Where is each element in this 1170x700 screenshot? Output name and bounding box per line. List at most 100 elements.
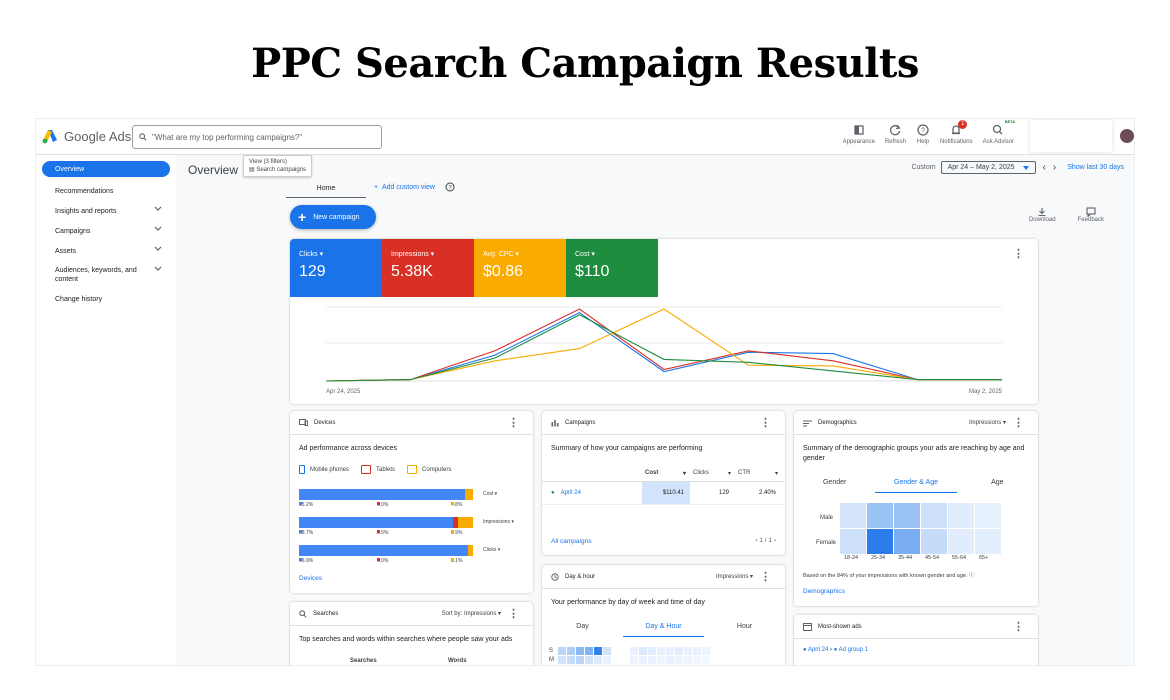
most-shown-more-icon[interactable]: ⋮ bbox=[1013, 622, 1024, 633]
sidebar-item-assets[interactable]: Assets bbox=[42, 241, 170, 261]
heatmap-cell[interactable] bbox=[603, 656, 611, 664]
metric-clicks[interactable]: Clicks ▾ 129 bbox=[290, 239, 382, 297]
heatmap-cell[interactable] bbox=[594, 647, 602, 655]
metric-impressions[interactable]: Impressions ▾ 5.38K bbox=[382, 239, 474, 297]
notifications-button[interactable]: 1 Notifications bbox=[940, 120, 973, 145]
download-button[interactable]: Download bbox=[1029, 207, 1056, 223]
heatmap-cell[interactable] bbox=[867, 529, 893, 554]
tab-home[interactable]: Home bbox=[286, 183, 366, 198]
day-hour-metric-select[interactable]: Impressions ▾ bbox=[716, 573, 753, 580]
heatmap-cell[interactable] bbox=[975, 503, 1001, 528]
chart-more-icon[interactable]: ⋮ bbox=[1013, 249, 1024, 260]
heatmap-cell[interactable] bbox=[894, 529, 920, 554]
new-campaign-button[interactable]: + New campaign bbox=[290, 205, 376, 229]
tab-age[interactable]: Age bbox=[957, 479, 1038, 493]
appearance-button[interactable]: Appearance bbox=[843, 123, 875, 145]
sidebar-item-change-history[interactable]: Change history bbox=[42, 289, 170, 309]
searches-sort[interactable]: Sort by: Impressions ▾ bbox=[442, 610, 501, 617]
help-button[interactable]: ? Help bbox=[916, 123, 930, 145]
heatmap-cell[interactable] bbox=[840, 503, 866, 528]
heatmap-cell[interactable] bbox=[666, 656, 674, 664]
refresh-button[interactable]: Refresh bbox=[885, 123, 906, 145]
tab-gender[interactable]: Gender bbox=[794, 479, 875, 493]
sidebar-item-audiences[interactable]: Audiences, keywords, and content bbox=[42, 261, 170, 289]
view-filter-chip[interactable]: View (3 filters) ▤ Search campaigns bbox=[243, 155, 313, 177]
demographics-metric-select[interactable]: Impressions ▾ bbox=[969, 419, 1006, 426]
heatmap-cell[interactable] bbox=[630, 647, 638, 655]
heatmap-cell[interactable] bbox=[585, 647, 593, 655]
date-range-select[interactable]: Apr 24 – May 2, 2025 bbox=[940, 161, 1036, 174]
heatmap-cell[interactable] bbox=[648, 647, 656, 655]
feedback-button[interactable]: Feedback bbox=[1078, 207, 1104, 223]
heatmap-cell[interactable] bbox=[603, 647, 611, 655]
heatmap-cell[interactable] bbox=[948, 529, 974, 554]
next-period-icon[interactable]: › bbox=[1053, 162, 1056, 173]
view-help-icon[interactable]: ? bbox=[445, 182, 455, 199]
heatmap-cell[interactable] bbox=[675, 647, 683, 655]
tab-day-hour[interactable]: Day & Hour bbox=[623, 623, 704, 637]
heatmap-cell[interactable] bbox=[975, 529, 1001, 554]
heatmap-cell[interactable] bbox=[657, 656, 665, 664]
sidebar-item-recommendations[interactable]: Recommendations bbox=[42, 181, 170, 201]
heatmap-cell[interactable] bbox=[675, 656, 683, 664]
campaigns-more-icon[interactable]: ⋮ bbox=[760, 418, 771, 429]
heatmap-cell[interactable] bbox=[840, 529, 866, 554]
searches-more-icon[interactable]: ⋮ bbox=[508, 609, 519, 620]
sidebar-item-insights[interactable]: Insights and reports bbox=[42, 201, 170, 221]
heatmap-cell[interactable] bbox=[702, 656, 710, 664]
search-box[interactable]: "What are my top performing campaigns?" bbox=[132, 125, 382, 149]
heatmap-cell[interactable] bbox=[567, 656, 575, 664]
add-custom-view[interactable]: + Add custom view bbox=[374, 184, 435, 196]
devices-more-icon[interactable]: ⋮ bbox=[508, 418, 519, 429]
heatmap-cell[interactable] bbox=[684, 656, 692, 664]
col-cost[interactable]: Cost ▾ bbox=[642, 467, 690, 482]
device-metric-select[interactable]: Clicks ▾ bbox=[483, 547, 500, 553]
account-selector[interactable] bbox=[1030, 120, 1112, 152]
table-row[interactable]: ● April 24 $110.41 129 2.40% bbox=[542, 481, 784, 505]
heatmap-cell[interactable] bbox=[921, 529, 947, 554]
heatmap-cell[interactable] bbox=[867, 503, 893, 528]
heatmap-cell[interactable] bbox=[921, 503, 947, 528]
next-page-icon[interactable]: › bbox=[774, 537, 776, 544]
heatmap-cell[interactable] bbox=[639, 656, 647, 664]
ask-advisor-button[interactable]: BETA Ask Advisor bbox=[983, 119, 1016, 145]
heatmap-cell[interactable] bbox=[630, 656, 638, 664]
breadcrumb-campaign[interactable]: April 24 bbox=[808, 647, 828, 653]
tab-gender-age[interactable]: Gender & Age bbox=[875, 479, 957, 493]
heatmap-cell[interactable] bbox=[558, 656, 566, 664]
prev-period-icon[interactable]: ‹ bbox=[1043, 162, 1046, 173]
demographics-more-icon[interactable]: ⋮ bbox=[1013, 418, 1024, 429]
heatmap-cell[interactable] bbox=[702, 647, 710, 655]
campaign-name-cell[interactable]: ● April 24 bbox=[542, 481, 642, 505]
demographics-link[interactable]: Demographics bbox=[803, 588, 845, 595]
google-ads-logo[interactable]: Google Ads bbox=[42, 128, 131, 144]
metric-cost[interactable]: Cost ▾ $110 bbox=[566, 239, 658, 297]
heatmap-cell[interactable] bbox=[576, 656, 584, 664]
heatmap-cell[interactable] bbox=[693, 647, 701, 655]
info-icon[interactable]: ⓘ bbox=[969, 573, 975, 579]
heatmap-cell[interactable] bbox=[594, 656, 602, 664]
devices-link[interactable]: Devices bbox=[299, 575, 322, 582]
col-clicks[interactable]: Clicks ▾ bbox=[690, 467, 735, 482]
show-last-30-link[interactable]: Show last 30 days bbox=[1067, 164, 1124, 171]
device-metric-select[interactable]: Impressions ▾ bbox=[483, 519, 514, 525]
heatmap-cell[interactable] bbox=[666, 647, 674, 655]
day-hour-more-icon[interactable]: ⋮ bbox=[760, 572, 771, 583]
campaign-name[interactable]: April 24 bbox=[561, 490, 581, 496]
heatmap-cell[interactable] bbox=[576, 647, 584, 655]
heatmap-cell[interactable] bbox=[684, 647, 692, 655]
heatmap-cell[interactable] bbox=[648, 656, 656, 664]
sidebar-item-campaigns[interactable]: Campaigns bbox=[42, 221, 170, 241]
tab-day[interactable]: Day bbox=[542, 623, 623, 637]
col-ctr[interactable]: CTR ▾ bbox=[735, 467, 784, 482]
heatmap-cell[interactable] bbox=[639, 647, 647, 655]
heatmap-cell[interactable] bbox=[585, 656, 593, 664]
heatmap-cell[interactable] bbox=[567, 647, 575, 655]
device-metric-select[interactable]: Cost ▾ bbox=[483, 491, 497, 497]
tab-hour[interactable]: Hour bbox=[704, 623, 785, 637]
heatmap-cell[interactable] bbox=[894, 503, 920, 528]
heatmap-cell[interactable] bbox=[948, 503, 974, 528]
metric-avg-cpc[interactable]: Avg. CPC ▾ $0.86 bbox=[474, 239, 566, 297]
all-campaigns-link[interactable]: All campaigns bbox=[551, 538, 591, 545]
prev-page-icon[interactable]: ‹ bbox=[755, 537, 757, 544]
